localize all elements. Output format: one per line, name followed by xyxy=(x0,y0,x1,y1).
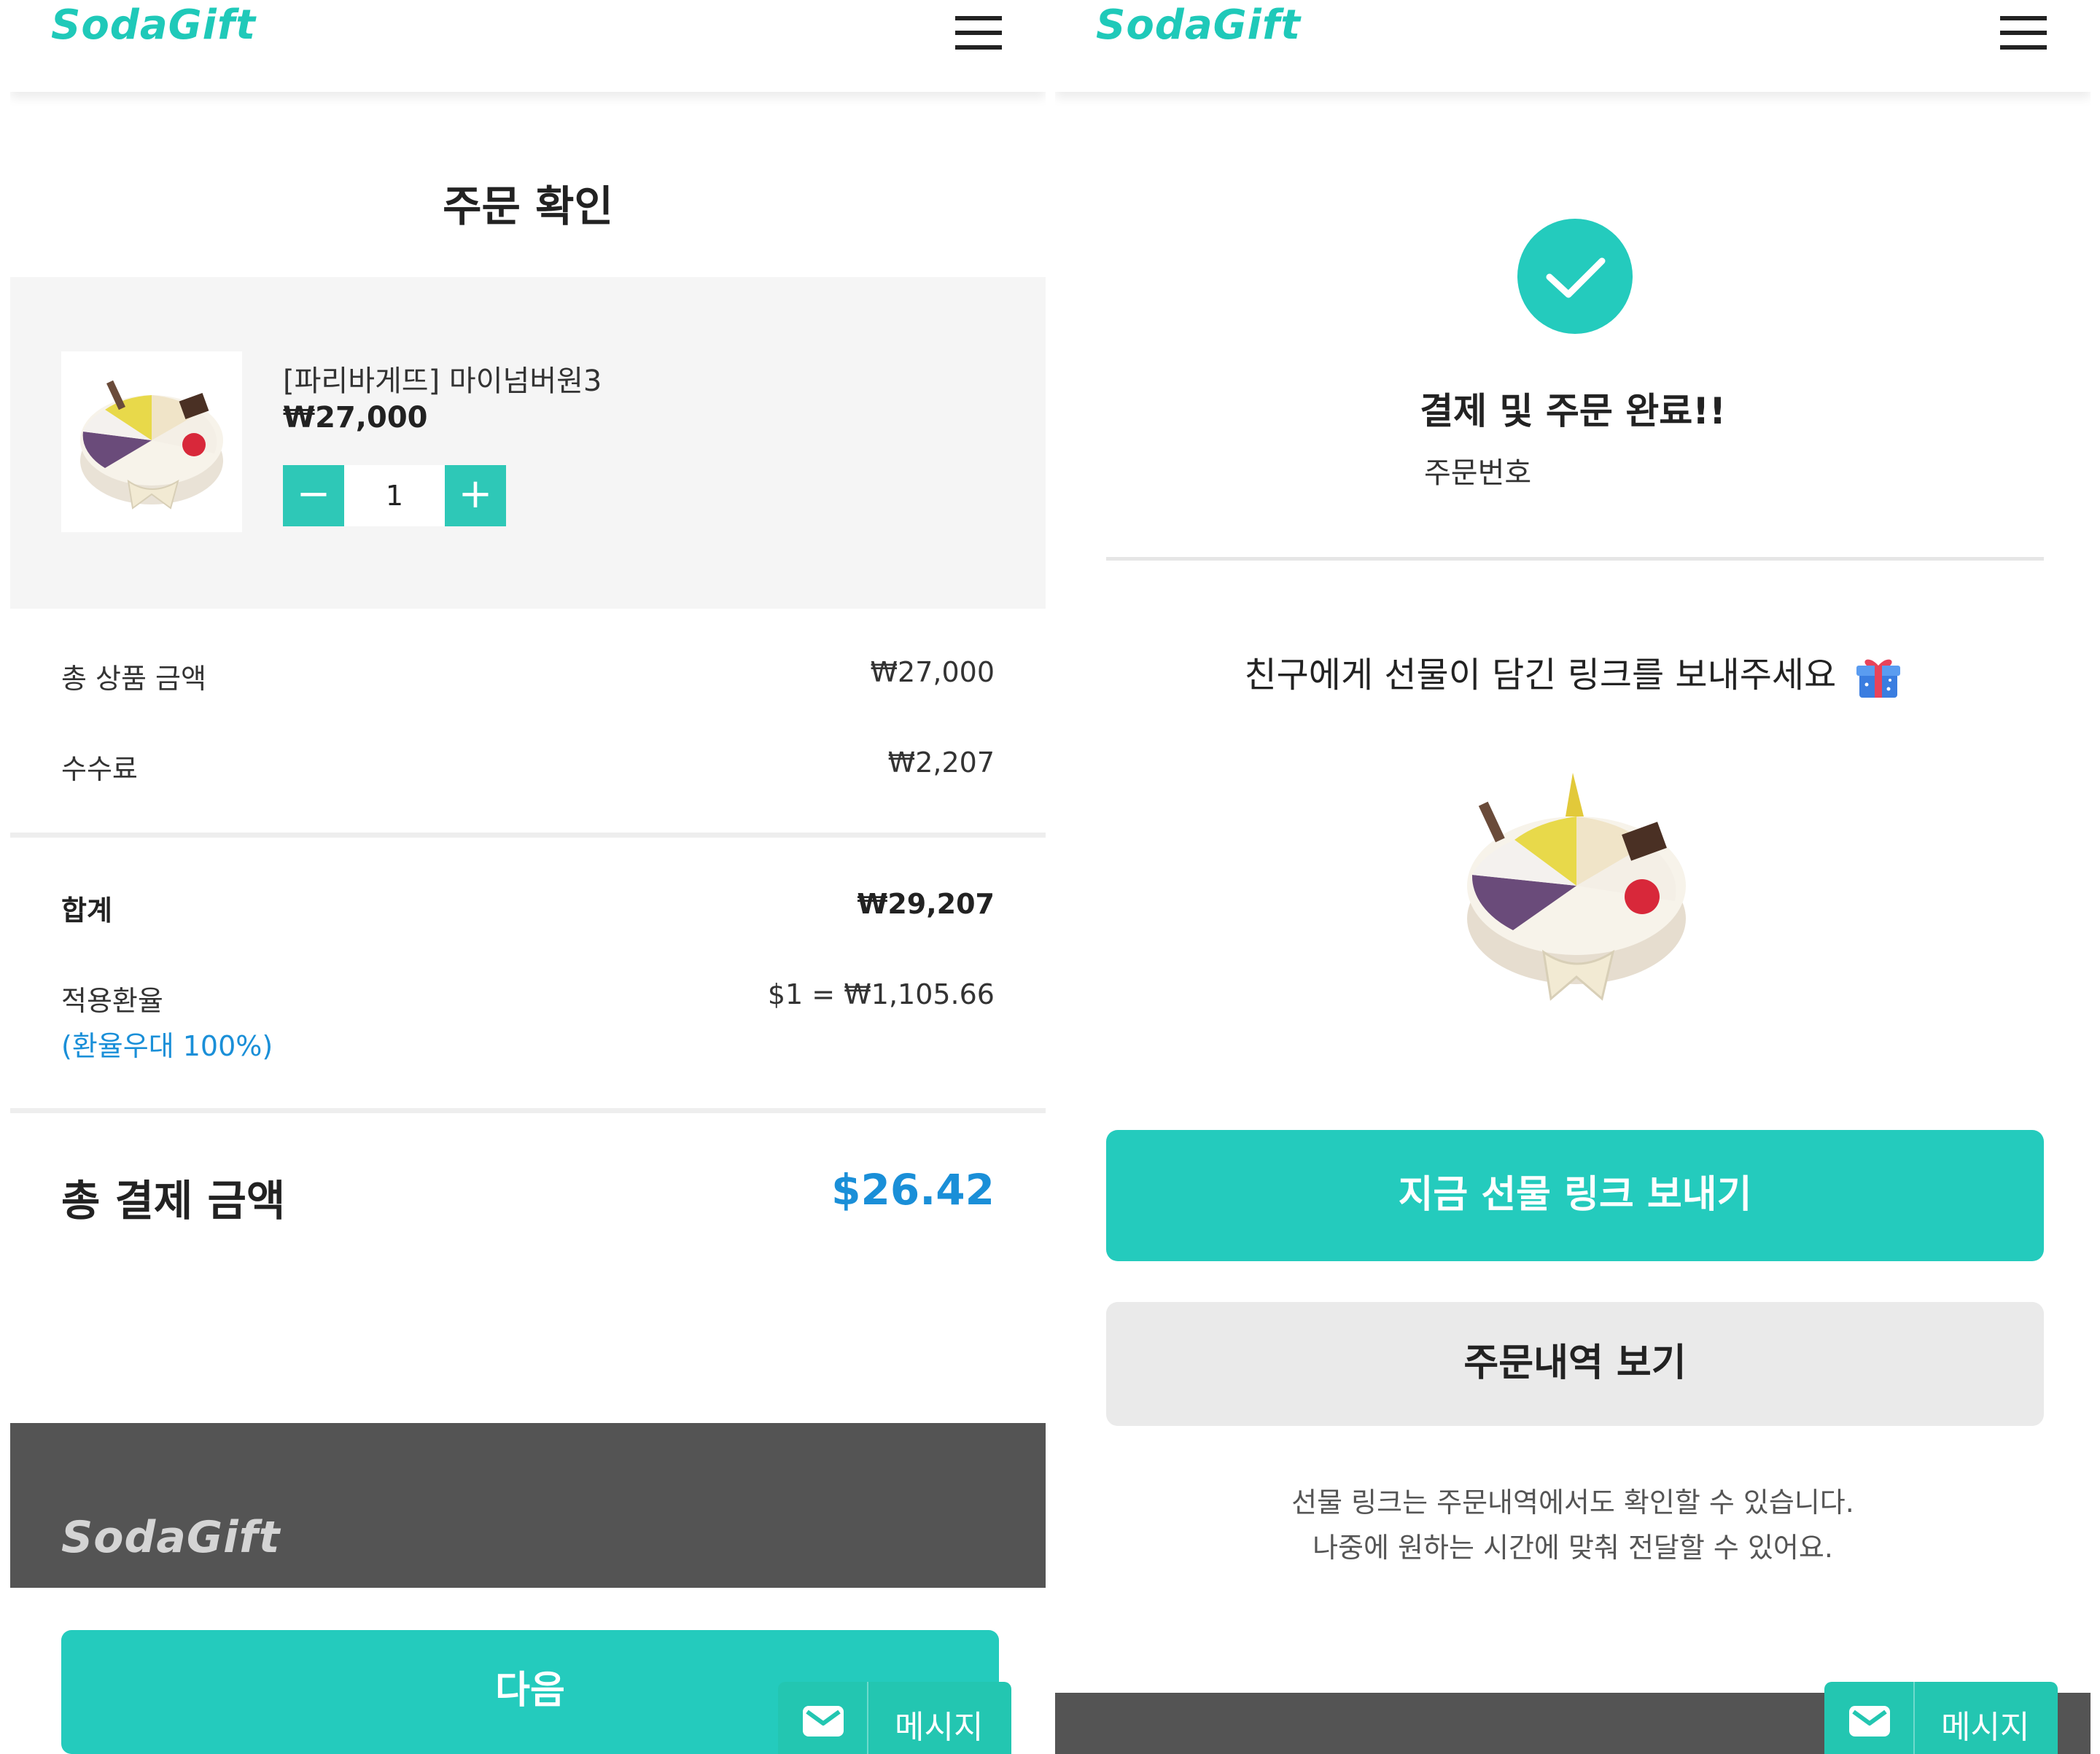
section-divider xyxy=(1106,557,2044,561)
view-order-history-button[interactable]: 주문내역 보기 xyxy=(1106,1302,2044,1426)
order-number-label: 주문번호 xyxy=(1424,456,1532,490)
product-price: ₩27,000 xyxy=(283,401,428,434)
cake-image xyxy=(1456,758,1697,1028)
send-link-prompt-text: 친구에게 선물이 담긴 링크를 보내주세요 xyxy=(1244,655,1837,695)
note-line-2: 나중에 원하는 시간에 맞춰 전달할 수 있어요. xyxy=(1312,1532,1833,1564)
subtotal-label: 총 상품 금액 xyxy=(61,663,206,695)
message-separator xyxy=(867,1682,868,1754)
message-button[interactable]: 메시지 xyxy=(1824,1682,2058,1754)
order-confirm-screen: SodaGift 주문 확인 [파리바게뜨] 마이넘버원3 ₩27,000 − xyxy=(10,0,1046,1754)
increase-button[interactable]: + xyxy=(445,465,506,526)
message-separator xyxy=(1913,1682,1915,1754)
plus-icon: + xyxy=(458,470,493,518)
gift-icon xyxy=(1856,659,1900,698)
exchange-rate-value: $1 = ₩1,105.66 xyxy=(767,978,995,1010)
sum-value: ₩29,207 xyxy=(857,888,995,920)
page-title: 주문 확인 xyxy=(443,182,613,231)
exchange-rate-discount: (환율우대 100%) xyxy=(61,1030,273,1062)
top-header: SodaGift xyxy=(1055,0,2091,92)
hamburger-icon[interactable] xyxy=(2000,16,2047,50)
note-line-1: 선물 링크는 주문내역에서도 확인할 수 있습니다. xyxy=(1291,1486,1854,1519)
minus-icon: − xyxy=(296,470,331,518)
message-label: 메시지 xyxy=(1941,1709,2030,1746)
send-gift-link-button[interactable]: 지금 선물 링크 보내기 xyxy=(1106,1130,2044,1261)
fee-label: 수수료 xyxy=(61,753,138,785)
message-label: 메시지 xyxy=(895,1709,984,1746)
check-icon xyxy=(1517,219,1633,334)
section-divider xyxy=(10,833,1046,838)
product-name[interactable]: [파리바게뜨] 마이넘버원3 xyxy=(283,357,602,399)
hamburger-icon[interactable] xyxy=(955,16,1002,50)
footer xyxy=(10,1423,1046,1588)
cake-image xyxy=(80,380,223,510)
exchange-rate-label: 적용환율 xyxy=(61,985,163,1017)
product-thumbnail xyxy=(61,351,242,532)
total-payment-label: 총 결제 금액 xyxy=(61,1176,286,1225)
decrease-button[interactable]: − xyxy=(283,465,344,526)
sodagift-logo[interactable]: SodaGift xyxy=(1096,1,1301,49)
total-payment-value: $26.42 xyxy=(831,1165,995,1215)
quantity-value[interactable]: 1 xyxy=(344,465,445,526)
sodagift-logo[interactable]: SodaGift xyxy=(51,1,256,49)
envelope-icon xyxy=(803,1706,844,1737)
envelope-icon xyxy=(1849,1706,1890,1737)
product-card: [파리바게뜨] 마이넘버원3 ₩27,000 − 1 + xyxy=(10,277,1046,609)
send-link-prompt: 친구에게 선물이 담긴 링크를 보내주세요 xyxy=(1055,646,2091,701)
top-header: SodaGift xyxy=(10,0,1046,92)
section-divider xyxy=(10,1108,1046,1113)
sum-label: 합계 xyxy=(61,894,112,927)
message-button[interactable]: 메시지 xyxy=(778,1682,1011,1754)
subtotal-value: ₩27,000 xyxy=(870,656,995,688)
fee-value: ₩2,207 xyxy=(887,747,995,779)
quantity-stepper: − 1 + xyxy=(283,465,506,526)
footer-logo: SodaGift xyxy=(61,1512,281,1563)
completion-title: 결제 및 주문 완료!! xyxy=(1420,390,1726,432)
order-complete-screen: SodaGift 결제 및 주문 완료!! 주문번호 친구에게 선물이 담긴 링… xyxy=(1055,0,2091,1754)
